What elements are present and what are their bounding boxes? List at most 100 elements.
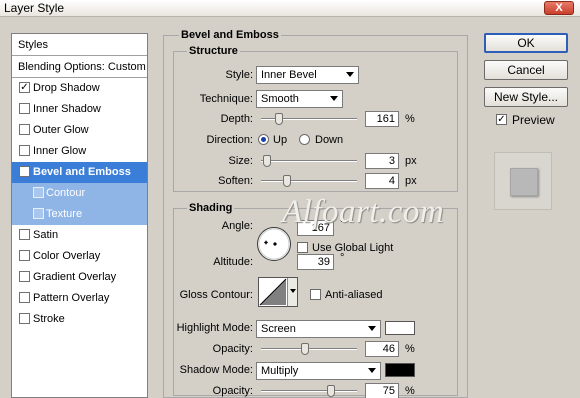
highlight-opacity-slider-thumb[interactable] [301, 343, 310, 355]
style-item-label: Gradient Overlay [33, 271, 117, 283]
direction-down-radio[interactable] [299, 134, 310, 145]
chevron-down-icon [368, 326, 376, 331]
highlight-opacity-unit: % [405, 343, 415, 355]
style-item-label: Color Overlay [33, 250, 101, 262]
altitude-label: Altitude: [213, 256, 253, 268]
shadow-opacity-input[interactable]: 75 [365, 383, 399, 398]
size-slider[interactable] [261, 155, 357, 167]
gloss-contour-label: Gloss Contour: [179, 289, 253, 301]
checkbox-color-overlay[interactable] [19, 250, 30, 261]
style-item-label: Stroke [33, 313, 65, 325]
style-preview-swatch [510, 168, 538, 196]
style-item-stroke[interactable]: Stroke [12, 309, 147, 330]
shadow-opacity-unit: % [405, 385, 415, 397]
style-dropdown[interactable]: Inner Bevel [256, 66, 359, 84]
style-item-drop-shadow[interactable]: ✓ Drop Shadow [12, 78, 147, 99]
styles-header[interactable]: Styles [12, 34, 147, 56]
checkbox-outer-glow[interactable] [19, 124, 30, 135]
technique-dropdown[interactable]: Smooth [256, 90, 343, 108]
checkbox-satin[interactable] [19, 229, 30, 240]
size-slider-thumb[interactable] [262, 155, 271, 167]
style-item-satin[interactable]: Satin [12, 225, 147, 246]
use-global-light-checkbox[interactable] [297, 242, 308, 253]
direction-label: Direction: [206, 134, 253, 146]
highlight-color-swatch[interactable] [385, 321, 415, 335]
altitude-unit: ° [340, 252, 345, 264]
soften-input[interactable]: 4 [365, 173, 399, 189]
style-item-label: Satin [33, 229, 59, 241]
depth-slider-thumb[interactable] [275, 113, 284, 125]
structure-title: Structure [187, 45, 240, 57]
styles-list: Styles Blending Options: Custom ✓ Drop S… [11, 33, 148, 398]
angle-dial[interactable] [256, 226, 292, 262]
style-label: Style: [225, 69, 253, 81]
style-item-pattern-overlay[interactable]: Pattern Overlay [12, 288, 147, 309]
checkbox-inner-glow[interactable] [19, 145, 30, 156]
ok-button[interactable]: OK [484, 33, 568, 53]
style-item-texture[interactable]: Texture [12, 204, 147, 225]
close-button[interactable]: X [544, 1, 574, 15]
style-item-label: Inner Glow [33, 145, 87, 157]
direction-up-label[interactable]: Up [273, 134, 287, 146]
gloss-contour-dropdown-button[interactable] [287, 278, 297, 306]
use-global-light-label[interactable]: Use Global Light [312, 242, 393, 254]
style-item-label: Drop Shadow [33, 82, 100, 94]
highlight-opacity-label: Opacity: [212, 343, 253, 355]
style-item-label: Outer Glow [33, 124, 89, 136]
soften-slider-thumb[interactable] [283, 175, 291, 187]
style-item-color-overlay[interactable]: Color Overlay [12, 246, 147, 267]
checkbox-bevel-and-emboss[interactable]: ✓ [19, 166, 30, 177]
shadow-opacity-slider-thumb[interactable] [327, 385, 335, 397]
preview-label[interactable]: Preview [512, 113, 555, 127]
shadow-opacity-label: Opacity: [212, 385, 253, 397]
style-item-bevel-and-emboss[interactable]: ✓ Bevel and Emboss [12, 162, 147, 183]
cancel-button[interactable]: Cancel [484, 60, 568, 80]
direction-down-label[interactable]: Down [315, 134, 343, 146]
soften-slider[interactable] [261, 175, 357, 187]
checkbox-pattern-overlay[interactable] [19, 292, 30, 303]
checkbox-inner-shadow[interactable] [19, 103, 30, 114]
style-item-label: Pattern Overlay [33, 292, 110, 304]
checkbox-drop-shadow[interactable]: ✓ [19, 82, 30, 93]
highlight-opacity-input[interactable]: 46 [365, 341, 399, 357]
style-item-outer-glow[interactable]: Outer Glow [12, 120, 147, 141]
size-input[interactable]: 3 [365, 153, 399, 169]
size-unit: px [405, 155, 417, 167]
style-item-inner-shadow[interactable]: Inner Shadow [12, 99, 147, 120]
gloss-contour-picker[interactable] [258, 277, 298, 307]
shadow-mode-dropdown[interactable]: Multiply [256, 362, 381, 380]
shadow-mode-value: Multiply [261, 365, 299, 377]
depth-slider[interactable] [261, 113, 357, 125]
shadow-color-swatch[interactable] [385, 363, 415, 377]
anti-aliased-checkbox[interactable] [310, 289, 321, 300]
style-item-label: Texture [46, 208, 83, 220]
altitude-input[interactable]: 39 [297, 254, 334, 270]
style-item-contour[interactable]: Contour [12, 183, 147, 204]
direction-up-radio[interactable] [258, 134, 269, 145]
style-item-gradient-overlay[interactable]: Gradient Overlay [12, 267, 147, 288]
chevron-down-icon [346, 72, 354, 77]
shadow-opacity-slider[interactable] [261, 385, 357, 397]
depth-input[interactable]: 161 [365, 111, 399, 127]
checkbox-gradient-overlay[interactable] [19, 271, 30, 282]
contour-preview-icon [259, 278, 287, 306]
style-item-inner-glow[interactable]: Inner Glow [12, 141, 147, 162]
preview-checkbox[interactable]: ✓ [496, 114, 507, 125]
anti-aliased-label[interactable]: Anti-aliased [325, 289, 382, 301]
depth-unit: % [405, 113, 415, 125]
checkbox-contour[interactable] [33, 187, 44, 198]
checkbox-texture[interactable] [33, 208, 44, 219]
depth-label: Depth: [220, 113, 253, 125]
highlight-opacity-slider[interactable] [261, 343, 357, 355]
soften-label: Soften: [218, 175, 253, 187]
chevron-down-icon [368, 368, 376, 373]
blending-options-item[interactable]: Blending Options: Custom [12, 56, 147, 78]
style-item-label: Inner Shadow [33, 103, 101, 115]
angle-label: Angle: [221, 220, 253, 232]
technique-label: Technique: [199, 93, 253, 105]
checkbox-stroke[interactable] [19, 313, 30, 324]
new-style-button[interactable]: New Style... [484, 87, 568, 107]
chevron-down-icon [290, 289, 296, 293]
highlight-mode-dropdown[interactable]: Screen [256, 320, 381, 338]
style-value: Inner Bevel [261, 69, 317, 81]
